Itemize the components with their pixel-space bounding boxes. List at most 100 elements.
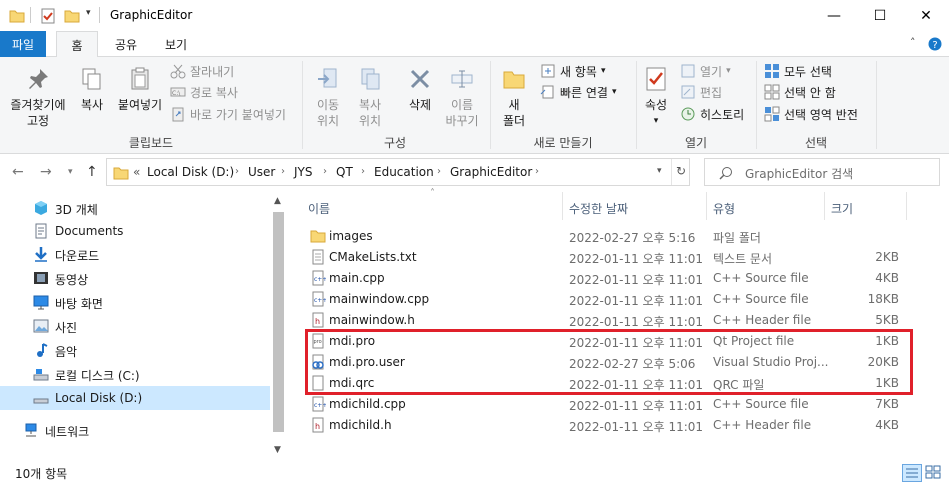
address-bar[interactable]: « Local Disk (D:) › User › JYS › QT › Ed… [106, 158, 690, 186]
breadcrumb-separator-icon[interactable]: › [361, 166, 365, 177]
chevron-down-icon[interactable]: ▾ [86, 8, 91, 18]
nav-item-3d-objects[interactable]: 3D 개체 [0, 196, 270, 220]
file-date: 2022-01-11 오후 11:01 [569, 252, 704, 266]
breadcrumb-separator-icon[interactable]: › [323, 166, 327, 177]
tab-view[interactable]: 보기 [156, 31, 196, 57]
search-input[interactable]: GraphicEditor 검색 [745, 165, 853, 182]
nav-item-music[interactable]: 음악 [0, 338, 270, 362]
tab-share[interactable]: 공유 [106, 31, 146, 57]
pin-to-quick-access-button[interactable]: 즐겨찾기에 고정 [6, 67, 70, 129]
search-box[interactable]: GraphicEditor 검색 [704, 158, 940, 186]
table-row[interactable]: CMakeLists.txt 2022-01-11 오후 11:01 텍스트 문… [300, 247, 910, 268]
invert-selection-button[interactable]: 선택 영역 반전 [764, 105, 858, 123]
properties-check-icon[interactable] [40, 8, 56, 24]
nav-item-pictures[interactable]: 사진 [0, 314, 270, 338]
back-arrow-icon[interactable]: ← [12, 164, 24, 180]
select-none-button[interactable]: 선택 안 함 [764, 83, 836, 101]
scroll-up-icon[interactable]: ▲ [274, 196, 281, 206]
new-folder-button[interactable]: 새 폴더 [496, 67, 532, 129]
address-dropdown-chevron-icon[interactable]: ▾ [657, 166, 662, 176]
breadcrumb-item[interactable]: User [248, 165, 275, 179]
easy-access-button[interactable]: 빠른 연결 ▾ [540, 83, 617, 101]
file-size: 5KB [875, 313, 899, 327]
new-item-icon [541, 64, 555, 78]
videos-icon [34, 272, 48, 284]
nav-item-label: 3D 개체 [55, 203, 98, 217]
paste-shortcut-button[interactable]: 바로 가기 붙여넣기 [170, 105, 286, 123]
delete-button[interactable]: 삭제 [400, 67, 440, 113]
tab-home[interactable]: 홈 [56, 31, 98, 58]
breadcrumb-separator-icon[interactable]: › [437, 166, 441, 177]
copy-to-button[interactable]: 복사 위치 [350, 67, 390, 129]
nav-item-network[interactable]: 네트워크 [0, 418, 260, 442]
rename-button[interactable]: 이름 바꾸기 [442, 67, 482, 129]
column-header-date[interactable]: 수정한 날짜 [569, 200, 628, 217]
svg-text:?: ? [932, 40, 937, 51]
copy-button[interactable]: 복사 [74, 67, 110, 113]
file-date: 2022-01-11 오후 11:01 [569, 294, 704, 308]
refresh-icon[interactable]: ↻ [676, 164, 686, 178]
up-arrow-icon[interactable]: ↑ [86, 164, 98, 180]
nav-item-documents[interactable]: Documents [0, 219, 270, 243]
file-type: C++ Header file [713, 418, 812, 432]
nav-item-videos[interactable]: 동영상 [0, 266, 270, 290]
collapse-ribbon-icon[interactable]: ˄ [910, 36, 916, 49]
recent-locations-chevron-icon[interactable]: ▾ [68, 167, 73, 177]
nav-pane-scrollbar[interactable]: ▲ ▼ [270, 192, 287, 462]
scroll-down-icon[interactable]: ▼ [274, 445, 281, 455]
group-separator [876, 61, 877, 149]
breadcrumb-overflow[interactable]: « [133, 165, 140, 179]
group-label-clipboard: 클립보드 [128, 136, 174, 150]
history-button[interactable]: 히스토리 [680, 105, 744, 123]
new-folder-icon[interactable] [64, 8, 80, 24]
minimize-button[interactable]: — [811, 0, 857, 31]
column-separator[interactable] [824, 192, 825, 220]
forward-arrow-icon[interactable]: → [40, 164, 52, 180]
breadcrumb-item[interactable]: GraphicEditor [450, 165, 532, 179]
breadcrumb-separator-icon[interactable]: › [535, 166, 539, 177]
edit-button[interactable]: 편집 [680, 83, 722, 101]
breadcrumb-separator-icon[interactable]: › [235, 166, 239, 177]
breadcrumb-item[interactable]: QT [336, 165, 353, 179]
copy-path-button[interactable]: C:\ 경로 복사 [170, 83, 238, 101]
maximize-button[interactable]: ☐ [857, 0, 903, 31]
details-view-button[interactable] [902, 464, 922, 482]
scrollbar-thumb[interactable] [273, 212, 284, 432]
new-item-button[interactable]: 새 항목 ▾ [540, 62, 605, 80]
cut-button[interactable]: 잘라내기 [170, 62, 234, 80]
properties-button[interactable]: 속성 ▾ [640, 67, 672, 129]
breadcrumb-item[interactable]: Local Disk (D:) [147, 165, 234, 179]
sort-indicator-icon: ˄ [430, 188, 435, 199]
nav-item-local-disk-c[interactable]: 로컬 디스크 (C:) [0, 362, 270, 386]
table-row[interactable]: c++ mdichild.cpp 2022-01-11 오후 11:01 C++… [300, 394, 910, 415]
table-row[interactable]: h mdichild.h 2022-01-11 오후 11:01 C++ Hea… [300, 415, 910, 436]
breadcrumb-item[interactable]: JYS [294, 165, 313, 179]
table-row[interactable]: h mainwindow.h 2022-01-11 오후 11:01 C++ H… [300, 310, 910, 331]
close-button[interactable]: ✕ [903, 0, 949, 31]
select-all-button[interactable]: 모두 선택 [764, 62, 832, 80]
move-to-button[interactable]: 이동 위치 [308, 67, 348, 129]
column-header-type[interactable]: 유형 [713, 200, 735, 217]
column-separator[interactable] [562, 192, 563, 220]
nav-item-desktop[interactable]: 바탕 화면 [0, 290, 270, 314]
pictures-icon [33, 319, 49, 333]
nav-item-downloads[interactable]: 다운로드 [0, 242, 270, 266]
table-row[interactable]: images 2022-02-27 오후 5:16 파일 폴더 [300, 226, 910, 247]
column-header-size[interactable]: 크기 [831, 200, 853, 217]
column-separator[interactable] [706, 192, 707, 220]
help-icon[interactable]: ? [928, 37, 942, 51]
breadcrumb-item[interactable]: Education [374, 165, 434, 179]
column-separator[interactable] [906, 192, 907, 220]
nav-item-local-disk-d[interactable]: Local Disk (D:) [0, 386, 270, 410]
table-row[interactable]: c++ mainwindow.cpp 2022-01-11 오후 11:01 C… [300, 289, 910, 310]
open-button[interactable]: 열기 ▾ [680, 62, 731, 80]
table-row[interactable]: c++ main.cpp 2022-01-11 오후 11:01 C++ Sou… [300, 268, 910, 289]
tab-file[interactable]: 파일 [0, 31, 46, 57]
large-icons-view-button[interactable] [924, 464, 944, 482]
divider [30, 7, 31, 23]
breadcrumb-separator-icon[interactable]: › [281, 166, 285, 177]
column-header-name[interactable]: 이름 [308, 200, 330, 217]
paste-button[interactable]: 붙여넣기 [114, 67, 166, 113]
folder-icon [9, 10, 25, 23]
select-none-label: 선택 안 함 [784, 85, 836, 100]
